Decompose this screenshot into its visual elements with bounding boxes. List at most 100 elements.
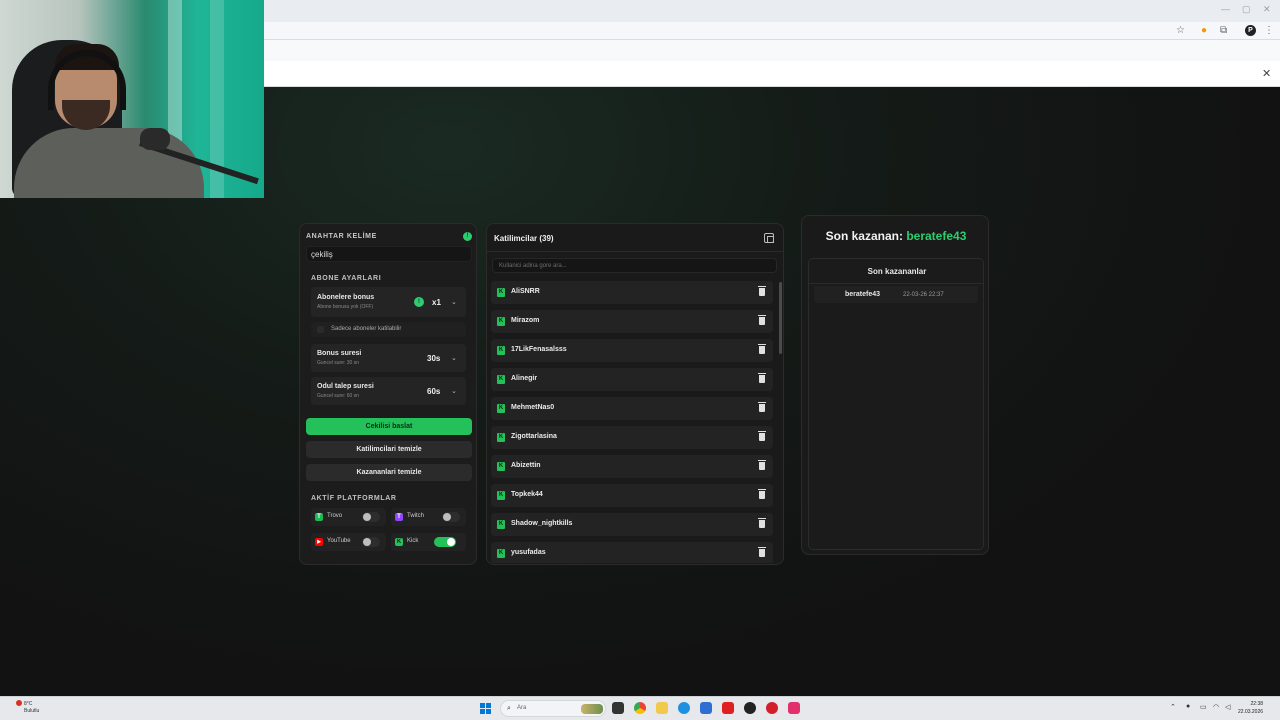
person-body bbox=[14, 128, 204, 198]
bonus-time-card: Bonus suresi Guncel sure: 30 sn 30s ⌄ bbox=[311, 344, 466, 372]
trash-icon[interactable] bbox=[758, 431, 766, 441]
edge-icon[interactable] bbox=[678, 702, 690, 714]
menu-dots-icon[interactable]: ⋮ bbox=[1264, 25, 1274, 36]
youtube-toggle[interactable] bbox=[362, 537, 380, 547]
kick-icon: K bbox=[497, 462, 505, 471]
bonus-time-select[interactable]: 30s bbox=[427, 354, 440, 363]
profile-avatar-icon[interactable]: P bbox=[1245, 25, 1256, 36]
extension-icon[interactable]: ● bbox=[1201, 25, 1207, 36]
store-icon[interactable] bbox=[700, 702, 712, 714]
keyword-label: ANAHTAR KELİME bbox=[306, 233, 377, 240]
maximize-icon[interactable]: ▢ bbox=[1242, 4, 1251, 15]
chevron-down-icon[interactable]: ⌄ bbox=[451, 298, 457, 306]
participants-scrollbar[interactable] bbox=[779, 282, 782, 354]
participants-list: K AliSNRR K Mirazom K 17LikFenasalsss K Alin… bbox=[491, 281, 773, 563]
trash-icon[interactable] bbox=[758, 547, 766, 557]
recent-winners-box: Son kazananlar beratefe43 22-03-26 22:37 bbox=[808, 258, 984, 550]
trash-icon[interactable] bbox=[758, 344, 766, 354]
recent-winners-title: Son kazananlar bbox=[867, 267, 927, 276]
youtube-icon: ▶ bbox=[315, 538, 323, 546]
chrome-icon[interactable] bbox=[634, 702, 646, 714]
volume-icon[interactable]: ◁ bbox=[1225, 703, 1230, 711]
list-item: K 17LikFenasalsss bbox=[491, 339, 773, 362]
keyword-input[interactable]: çekiliş bbox=[306, 246, 472, 262]
bonus-time-sub: Guncel sure: 30 sn bbox=[317, 360, 359, 366]
taskbar: 8°C Bulutlu ⌕ Ara ⌃ ● ▭ ◠ ◁ 22:38 22.03.… bbox=[0, 696, 1280, 720]
divider bbox=[487, 251, 783, 252]
list-item: Kyusufadas bbox=[491, 542, 773, 563]
platform-name: Trovo bbox=[327, 513, 343, 519]
search-icon: ⌕ bbox=[507, 705, 511, 712]
platform-name: Kick bbox=[407, 538, 419, 544]
clock[interactable]: 22:38 22.03.2026 bbox=[1238, 700, 1263, 716]
kick-icon: K bbox=[497, 375, 505, 384]
start-raffle-button[interactable]: Cekilisi baslat bbox=[306, 418, 472, 435]
trash-icon[interactable] bbox=[758, 402, 766, 412]
opera-icon[interactable] bbox=[766, 702, 778, 714]
trovo-toggle[interactable] bbox=[362, 512, 380, 522]
only-subscribers-checkbox-row[interactable]: Sadece aboneler katilabilir bbox=[311, 322, 466, 337]
taskbar-search[interactable]: ⌕ Ara bbox=[500, 700, 606, 717]
participants-title: Katilimcilar (39) bbox=[494, 234, 554, 243]
weather-widget[interactable]: 8°C Bulutlu bbox=[14, 701, 39, 715]
webcam-overlay bbox=[0, 0, 264, 198]
subscriber-bonus-info-icon[interactable]: ! bbox=[414, 297, 424, 307]
chevron-down-icon[interactable]: ⌄ bbox=[451, 387, 457, 395]
kick-icon: K bbox=[497, 491, 505, 500]
app-icon[interactable] bbox=[788, 702, 800, 714]
list-item: K Abizettin bbox=[491, 455, 773, 478]
monitor-icon[interactable]: ▭ bbox=[1200, 703, 1207, 711]
window-close-icon[interactable]: ✕ bbox=[1263, 4, 1271, 15]
list-item: K Alinegir bbox=[491, 368, 773, 391]
list-item: K Topkek44 bbox=[491, 484, 773, 507]
kick-toggle[interactable] bbox=[434, 537, 456, 547]
clock-date: 22.03.2026 bbox=[1238, 709, 1264, 715]
bonus-time-title: Bonus suresi bbox=[317, 350, 362, 357]
file-explorer-icon[interactable] bbox=[656, 702, 668, 714]
winner-date: 22-03-26 22:37 bbox=[903, 292, 944, 298]
trash-icon[interactable] bbox=[758, 518, 766, 528]
kick-icon: K bbox=[497, 520, 505, 529]
clear-participants-button[interactable]: Katilimcilari temizle bbox=[306, 441, 472, 458]
twitch-icon: T bbox=[395, 513, 403, 521]
task-view-icon[interactable] bbox=[612, 702, 624, 714]
divider bbox=[809, 283, 983, 284]
trash-icon[interactable] bbox=[758, 315, 766, 325]
active-platforms-title: AKTİF PLATFORMLAR bbox=[311, 495, 397, 502]
kick-icon: K bbox=[497, 404, 505, 413]
settings-panel: ANAHTAR KELİME ! çekiliş ABONE AYARLARI … bbox=[299, 223, 477, 565]
claim-time-select[interactable]: 60s bbox=[427, 387, 440, 396]
tray-chevron-icon[interactable]: ⌃ bbox=[1170, 703, 1176, 711]
app-icon[interactable] bbox=[744, 702, 756, 714]
last-winner-label: Son kazanan: bbox=[825, 229, 903, 243]
platform-trovo: T Trovo bbox=[311, 508, 386, 526]
keyword-info-icon[interactable]: ! bbox=[463, 232, 472, 241]
clear-winners-button[interactable]: Kazananlari temizle bbox=[306, 464, 472, 481]
bookmark-star-icon[interactable]: ☆ bbox=[1176, 25, 1185, 36]
trovo-icon: T bbox=[315, 513, 323, 521]
last-winner-heading: Son kazanan: beratefe43 bbox=[802, 229, 990, 243]
trash-icon[interactable] bbox=[758, 373, 766, 383]
windows-start-icon[interactable] bbox=[480, 703, 491, 714]
kick-icon: K bbox=[497, 317, 505, 326]
trash-icon[interactable] bbox=[758, 489, 766, 499]
twitch-toggle[interactable] bbox=[442, 512, 460, 522]
subscriber-bonus-select[interactable]: x1 bbox=[432, 298, 441, 307]
participant-name: Abizettin bbox=[511, 462, 541, 469]
list-item: K MehmetNas0 bbox=[491, 397, 773, 420]
extensions-puzzle-icon[interactable]: ⧉ bbox=[1220, 25, 1227, 36]
copy-icon[interactable] bbox=[764, 233, 774, 243]
winner-panel: Son kazanan: beratefe43 Son kazananlar b… bbox=[801, 215, 989, 555]
network-icon[interactable]: ◠ bbox=[1213, 703, 1219, 711]
only-subscribers-label: Sadece aboneler katilabilir bbox=[331, 326, 402, 332]
microphone-icon[interactable]: ● bbox=[1186, 703, 1190, 710]
only-subscribers-checkbox[interactable] bbox=[317, 326, 324, 333]
trash-icon[interactable] bbox=[758, 286, 766, 296]
minimize-icon[interactable]: — bbox=[1221, 4, 1230, 14]
trash-icon[interactable] bbox=[758, 460, 766, 470]
microphone bbox=[140, 128, 170, 150]
participants-search-input[interactable]: Kullanici adina gore ara... bbox=[492, 258, 777, 273]
info-bar-close-icon[interactable]: ✕ bbox=[1262, 67, 1271, 80]
youtube-app-icon[interactable] bbox=[722, 702, 734, 714]
chevron-down-icon[interactable]: ⌄ bbox=[451, 354, 457, 362]
